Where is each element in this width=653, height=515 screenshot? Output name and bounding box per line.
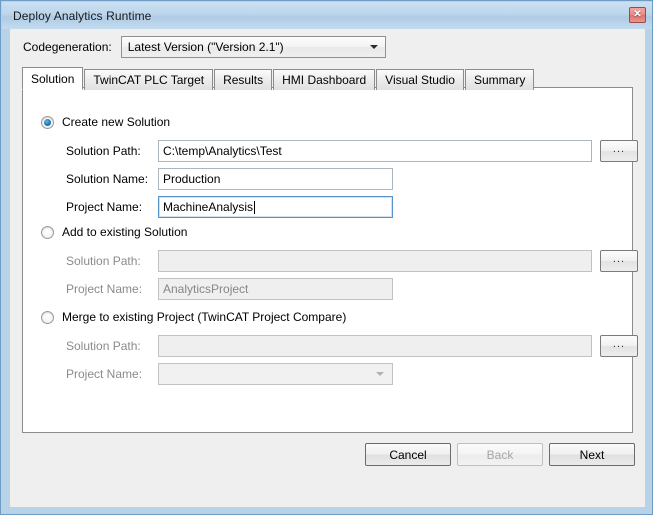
back-button: Back — [457, 443, 543, 466]
text-caret — [254, 200, 256, 214]
solution-path-input — [158, 335, 592, 357]
radio-button-icon — [41, 115, 54, 129]
title-bar[interactable]: Deploy Analytics Runtime ✕ — [2, 2, 652, 29]
field-row-add-project-name: Project Name: AnalyticsProject — [66, 278, 393, 300]
browse-label: ... — [612, 253, 626, 265]
browse-solution-path-button[interactable]: ... — [600, 250, 638, 272]
chevron-down-icon — [376, 372, 384, 376]
cancel-label: Cancel — [389, 447, 427, 462]
window-title: Deploy Analytics Runtime — [13, 8, 152, 23]
radio-label: Merge to existing Project (TwinCAT Proje… — [62, 310, 347, 324]
tab-label: Solution — [31, 71, 75, 86]
solution-name-input[interactable]: Production — [158, 168, 393, 190]
field-row-merge-project-name: Project Name: — [66, 363, 393, 385]
back-label: Back — [486, 447, 514, 462]
field-row-add-solution-path: Solution Path: ... — [66, 250, 638, 272]
tab-solution[interactable]: Solution — [22, 67, 84, 90]
solution-name-label: Solution Name: — [66, 172, 149, 186]
tab-label: Results — [223, 73, 264, 87]
close-button[interactable]: ✕ — [629, 7, 646, 23]
tab-label: HMI Dashboard — [282, 73, 367, 87]
field-row-create-solution-name: Solution Name: Production — [66, 168, 393, 190]
field-row-create-project-name: Project Name: MachineAnalysis — [66, 196, 393, 218]
project-name-input: AnalyticsProject — [158, 278, 393, 300]
cancel-button[interactable]: Cancel — [365, 443, 451, 466]
project-name-label: Project Name: — [66, 282, 143, 296]
browse-solution-path-button[interactable]: ... — [600, 335, 638, 357]
project-name-label: Project Name: — [66, 200, 143, 214]
solution-path-input — [158, 250, 592, 272]
tab-label: Summary — [473, 73, 526, 87]
close-icon: ✕ — [633, 9, 642, 20]
tab-panel-solution: Create new Solution Solution Path: C:\te… — [22, 87, 638, 433]
dialog-window: Deploy Analytics Runtime ✕ Codegeneratio… — [0, 0, 653, 515]
radio-merge-to-existing-project[interactable]: Merge to existing Project (TwinCAT Proje… — [41, 309, 346, 325]
browse-label: ... — [612, 338, 626, 350]
codegeneration-row: Codegeneration: Latest Version ("Version… — [23, 36, 386, 58]
radio-button-icon — [41, 225, 54, 239]
solution-path-label: Solution Path: — [66, 144, 141, 158]
project-name-value: AnalyticsProject — [163, 282, 249, 296]
tab-results[interactable]: Results — [214, 69, 273, 90]
solution-path-input[interactable]: C:\temp\Analytics\Test — [158, 140, 592, 162]
radio-add-to-existing-solution[interactable]: Add to existing Solution — [41, 224, 187, 240]
tab-twincat-plc-target[interactable]: TwinCAT PLC Target — [84, 69, 214, 90]
tab-summary[interactable]: Summary — [464, 69, 535, 90]
project-name-select — [158, 363, 393, 385]
next-button[interactable]: Next — [549, 443, 635, 466]
tab-label: Visual Studio — [385, 73, 455, 87]
dialog-button-bar: Cancel Back Next — [10, 443, 645, 473]
next-label: Next — [579, 447, 605, 462]
project-name-input[interactable]: MachineAnalysis — [158, 196, 393, 218]
project-name-value: MachineAnalysis — [163, 200, 254, 214]
tab-strip: Solution TwinCAT PLC Target Results HMI … — [22, 65, 535, 90]
codegeneration-label: Codegeneration: — [23, 40, 112, 54]
radio-button-icon — [41, 310, 54, 324]
dialog-client-area: Codegeneration: Latest Version ("Version… — [10, 29, 645, 507]
solution-path-value: C:\temp\Analytics\Test — [163, 144, 282, 158]
solution-name-value: Production — [163, 172, 221, 186]
field-row-create-solution-path: Solution Path: C:\temp\Analytics\Test ..… — [66, 140, 638, 162]
browse-label: ... — [612, 143, 626, 155]
browse-solution-path-button[interactable]: ... — [600, 140, 638, 162]
tab-hmi-dashboard[interactable]: HMI Dashboard — [273, 69, 376, 90]
tab-visual-studio[interactable]: Visual Studio — [376, 69, 464, 90]
radio-create-new-solution[interactable]: Create new Solution — [41, 114, 170, 130]
project-name-label: Project Name: — [66, 367, 143, 381]
solution-path-label: Solution Path: — [66, 339, 141, 353]
chevron-down-icon — [369, 45, 378, 49]
solution-path-label: Solution Path: — [66, 254, 141, 268]
tab-label: TwinCAT PLC Target — [93, 73, 205, 87]
radio-label: Create new Solution — [62, 115, 171, 129]
codegeneration-selected-value: Latest Version ("Version 2.1") — [127, 40, 284, 54]
field-row-merge-solution-path: Solution Path: ... — [66, 335, 638, 357]
codegeneration-select[interactable]: Latest Version ("Version 2.1") — [120, 36, 386, 58]
radio-label: Add to existing Solution — [62, 225, 188, 239]
